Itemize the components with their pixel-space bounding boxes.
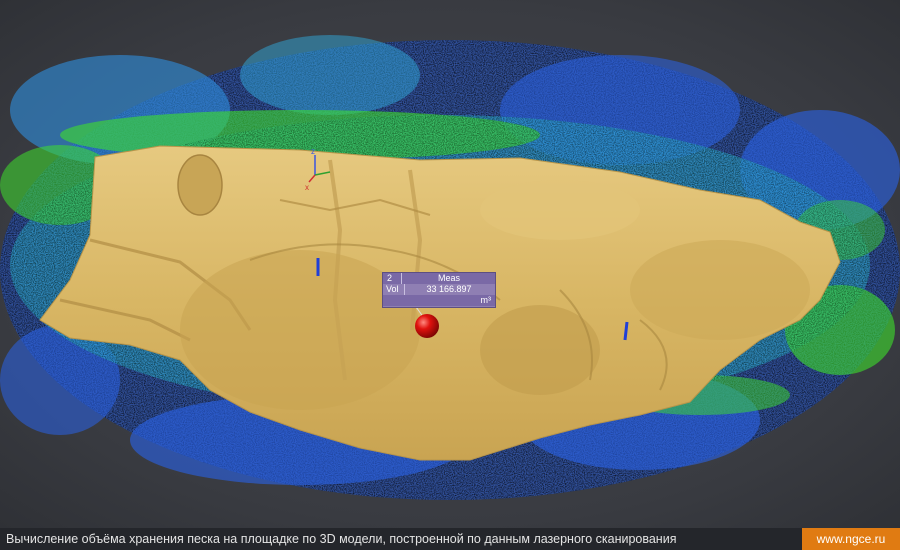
- axis-label-x: x: [305, 183, 309, 192]
- point-cloud-scene: z x: [0, 35, 900, 500]
- measurement-id: 2: [387, 273, 402, 284]
- measurement-unit-row: m³: [383, 295, 495, 306]
- measurement-value: 33 166.897: [426, 284, 472, 294]
- measurement-point-marker[interactable]: [415, 314, 439, 338]
- axis-label-z: z: [311, 147, 315, 156]
- survey-pole-marker: [623, 321, 629, 341]
- caption-text: Вычисление объёма хранения песка на площ…: [6, 532, 677, 546]
- site-link[interactable]: www.ngce.ru: [802, 528, 900, 550]
- measurement-unit: m³: [480, 295, 492, 305]
- measurement-header: Meas: [437, 273, 460, 283]
- measurement-label[interactable]: 2 Meas Vol 33 166.897 m³: [382, 272, 496, 308]
- measurement-header-row: 2 Meas: [383, 273, 495, 284]
- 3d-viewport[interactable]: z x 2 Meas Vol 33 166.897 m³: [0, 0, 900, 528]
- caption-bar: Вычисление объёма хранения песка на площ…: [0, 528, 900, 550]
- measurement-type-label: Vol: [386, 284, 405, 295]
- measurement-value-row: Vol 33 166.897: [383, 284, 495, 295]
